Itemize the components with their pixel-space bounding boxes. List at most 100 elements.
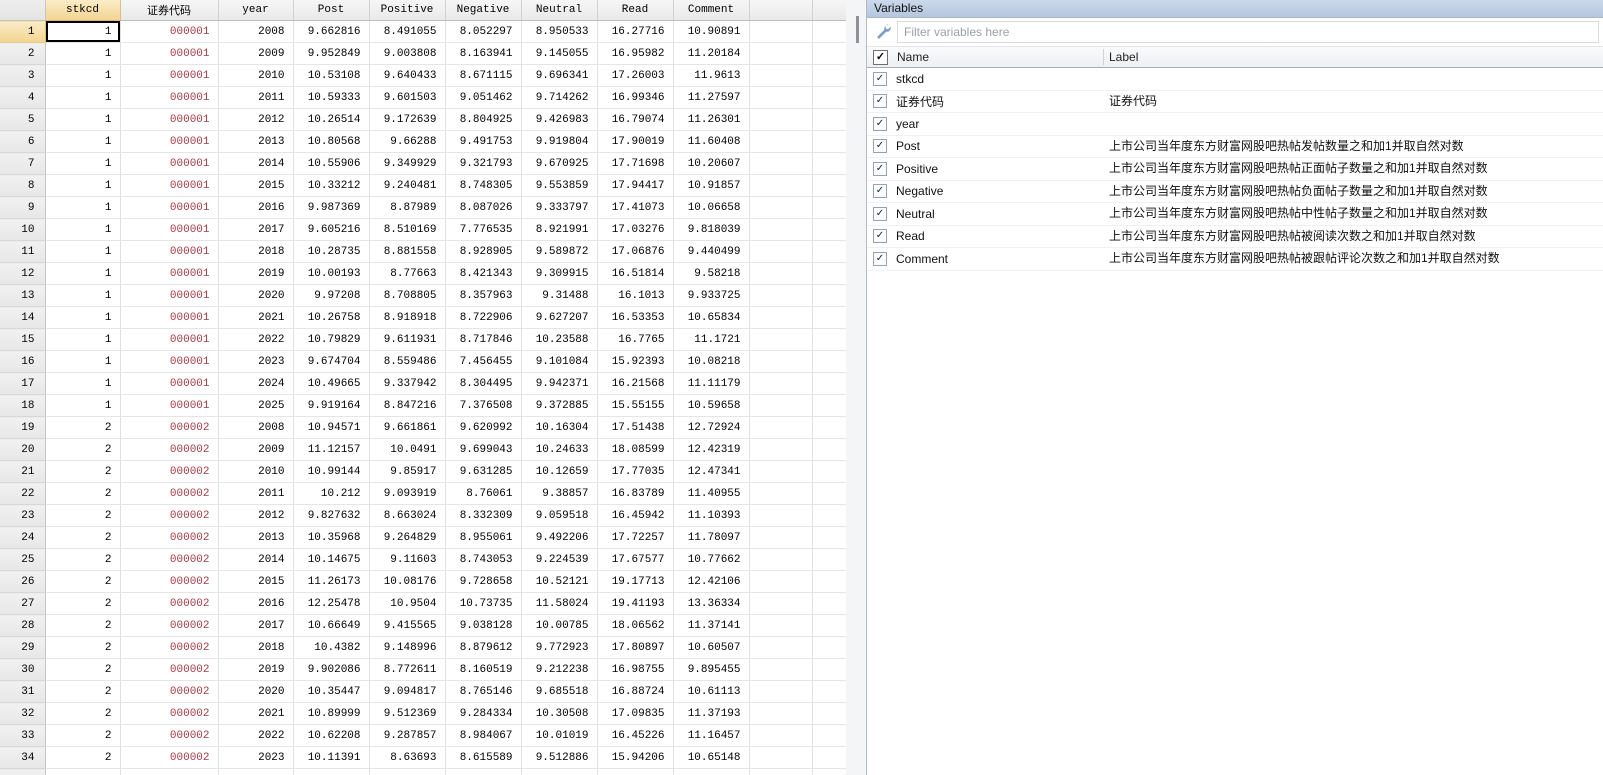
table-cell[interactable]: 9.101084 <box>521 350 598 373</box>
table-cell-empty[interactable] <box>812 64 846 87</box>
column-header-stkcd[interactable]: stkcd <box>45 0 121 21</box>
table-cell[interactable]: 2016 <box>218 592 294 615</box>
table-cell[interactable]: 000002 <box>120 592 219 615</box>
row-header[interactable]: 32 <box>0 702 46 725</box>
table-cell[interactable]: 11.58024 <box>521 592 598 615</box>
table-cell[interactable]: 9.553859 <box>521 174 598 197</box>
table-cell[interactable]: 10.61113 <box>673 680 750 703</box>
table-cell[interactable]: 8.304495 <box>445 372 522 395</box>
table-cell-empty[interactable] <box>812 548 846 571</box>
table-cell[interactable]: 8.559486 <box>369 350 446 373</box>
table-cell[interactable]: 2021 <box>218 702 294 725</box>
table-cell[interactable]: 9.512886 <box>521 746 598 769</box>
table-cell[interactable]: 2023 <box>218 746 294 769</box>
table-cell[interactable]: 18.08599 <box>597 438 674 461</box>
table-cell[interactable]: 9.287857 <box>369 724 446 747</box>
table-cell-empty[interactable] <box>749 218 813 241</box>
table-cell[interactable]: 7.776535 <box>445 218 522 241</box>
table-cell[interactable]: 2017 <box>218 614 294 637</box>
table-cell[interactable]: 9.492206 <box>521 526 598 549</box>
row-header[interactable]: 26 <box>0 570 46 593</box>
table-cell[interactable]: 2019 <box>218 262 294 285</box>
table-cell[interactable]: 9.264829 <box>369 526 446 549</box>
table-cell[interactable]: 2018 <box>218 240 294 263</box>
table-cell[interactable]: 17.90019 <box>597 130 674 153</box>
variable-checkbox[interactable] <box>873 206 887 221</box>
table-cell[interactable]: 9.589872 <box>521 240 598 263</box>
grid-vertical-scrollbar[interactable] <box>846 0 866 775</box>
column-header-code[interactable]: 证券代码 <box>120 0 219 21</box>
table-cell[interactable]: 000001 <box>120 108 219 131</box>
table-cell[interactable]: 9.662816 <box>293 20 370 43</box>
table-cell[interactable]: 10.212 <box>293 482 370 505</box>
table-cell[interactable]: 000001 <box>120 42 219 65</box>
variable-checkbox[interactable] <box>873 251 887 266</box>
table-cell[interactable]: 11.40955 <box>673 482 750 505</box>
table-cell[interactable]: 9.661861 <box>369 416 446 439</box>
table-cell[interactable]: 1 <box>45 240 121 263</box>
row-header[interactable]: 14 <box>0 306 46 329</box>
table-cell-empty[interactable] <box>749 504 813 527</box>
table-cell[interactable]: 000002 <box>120 548 219 571</box>
table-cell[interactable]: 2009 <box>218 42 294 65</box>
table-cell[interactable]: 9.094817 <box>369 680 446 703</box>
table-cell[interactable]: 2023 <box>218 350 294 373</box>
table-cell[interactable]: 8.881558 <box>369 240 446 263</box>
table-cell-empty[interactable] <box>749 724 813 747</box>
table-cell[interactable]: 10.80568 <box>293 130 370 153</box>
table-cell[interactable]: 15.94206 <box>597 746 674 769</box>
row-header[interactable]: 34 <box>0 746 46 769</box>
table-cell-empty[interactable] <box>812 746 846 769</box>
row-header[interactable]: 11 <box>0 240 46 263</box>
table-cell[interactable]: 1 <box>45 262 121 285</box>
row-header[interactable]: 10 <box>0 218 46 241</box>
table-cell[interactable]: 10.79829 <box>293 328 370 351</box>
table-cell[interactable]: 9.942371 <box>521 372 598 395</box>
table-cell[interactable]: 10.12659 <box>521 460 598 483</box>
table-cell[interactable]: 16.7765 <box>597 328 674 351</box>
table-cell[interactable]: 9.919164 <box>293 394 370 417</box>
table-cell-empty[interactable] <box>369 768 446 775</box>
table-cell-empty[interactable] <box>812 614 846 637</box>
table-cell[interactable]: 2 <box>45 548 121 571</box>
table-cell[interactable]: 8.77663 <box>369 262 446 285</box>
table-cell[interactable]: 1 <box>45 42 121 65</box>
row-header-empty[interactable] <box>0 768 46 775</box>
table-cell-empty[interactable] <box>749 350 813 373</box>
table-cell[interactable]: 000002 <box>120 746 219 769</box>
table-cell[interactable]: 8.708805 <box>369 284 446 307</box>
table-cell[interactable]: 000001 <box>120 152 219 175</box>
table-cell[interactable]: 9.640433 <box>369 64 446 87</box>
table-cell[interactable]: 9.620992 <box>445 416 522 439</box>
table-cell-empty[interactable] <box>812 240 846 263</box>
table-cell[interactable]: 16.53353 <box>597 306 674 329</box>
table-cell[interactable]: 10.00193 <box>293 262 370 285</box>
table-cell[interactable]: 2008 <box>218 416 294 439</box>
table-cell[interactable]: 9.601503 <box>369 86 446 109</box>
table-cell[interactable]: 000001 <box>120 372 219 395</box>
table-cell[interactable]: 8.772611 <box>369 658 446 681</box>
variable-row-证券代码[interactable]: 证券代码 证券代码 <box>867 90 1603 113</box>
variable-checkbox[interactable] <box>873 184 887 199</box>
row-header[interactable]: 28 <box>0 614 46 637</box>
table-cell[interactable]: 8.663024 <box>369 504 446 527</box>
row-header[interactable]: 31 <box>0 680 46 703</box>
table-cell[interactable]: 9.093919 <box>369 482 446 505</box>
table-cell-empty[interactable] <box>749 86 813 109</box>
table-cell[interactable]: 9.38857 <box>521 482 598 505</box>
table-cell[interactable]: 16.99346 <box>597 86 674 109</box>
table-cell[interactable]: 9.372885 <box>521 394 598 417</box>
table-cell[interactable]: 1 <box>45 130 121 153</box>
table-cell[interactable]: 9.512369 <box>369 702 446 725</box>
column-header-year[interactable]: year <box>218 0 294 21</box>
column-header-empty[interactable] <box>812 0 846 21</box>
table-cell-empty[interactable] <box>749 262 813 285</box>
column-header-post[interactable]: Post <box>293 0 370 21</box>
table-cell[interactable]: 16.83789 <box>597 482 674 505</box>
table-cell[interactable]: 000001 <box>120 240 219 263</box>
table-cell[interactable]: 000002 <box>120 460 219 483</box>
table-cell-empty[interactable] <box>812 482 846 505</box>
table-cell[interactable]: 2014 <box>218 548 294 571</box>
table-cell[interactable]: 8.722906 <box>445 306 522 329</box>
table-cell[interactable]: 000002 <box>120 614 219 637</box>
